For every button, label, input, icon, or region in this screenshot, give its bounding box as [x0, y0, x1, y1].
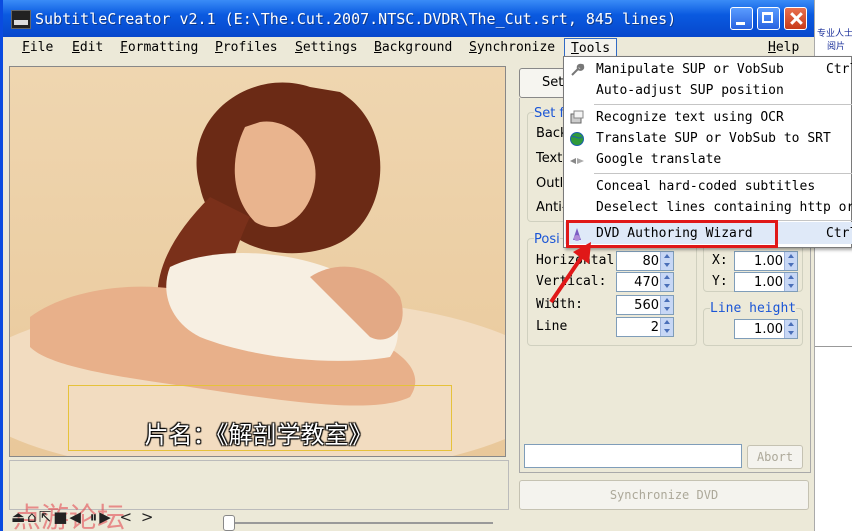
stepper-arrows-icon[interactable] — [784, 252, 797, 270]
line-value: 2 — [650, 320, 659, 335]
line-label: Line — [536, 319, 568, 334]
menu-settings[interactable]: Settings — [295, 40, 358, 55]
menu-profiles[interactable]: Profiles — [215, 40, 278, 55]
window-title: SubtitleCreator v2.1 (E:\The.Cut.2007.NT… — [35, 10, 677, 28]
menu-separator — [594, 104, 852, 105]
background-window-text: 阅片 — [827, 42, 846, 52]
width-stepper[interactable]: 560 — [616, 295, 674, 315]
title-bar[interactable]: SubtitleCreator v2.1 (E:\The.Cut.2007.NT… — [3, 0, 814, 37]
video-preview[interactable]: 片名：《解剖学教室》 — [9, 66, 506, 457]
line-height-value: 1.00 — [754, 322, 783, 337]
background-divider — [815, 346, 852, 347]
subtitle-text: 片名：《解剖学教室》 — [144, 421, 373, 449]
wrench-icon — [571, 63, 585, 76]
menu-edit[interactable]: Edit — [72, 40, 103, 55]
ocr-icon — [570, 110, 584, 124]
stepper-arrows-icon[interactable] — [660, 318, 673, 336]
scale-y-value: 1.00 — [754, 275, 783, 290]
vertical-value: 470 — [634, 275, 659, 290]
shortcut-manipulate-sup: Ctrl — [826, 62, 852, 77]
menu-background[interactable]: Background — [374, 40, 452, 55]
minimize-button[interactable] — [730, 7, 753, 30]
width-value: 560 — [634, 298, 659, 313]
globe-icon — [570, 132, 584, 146]
menu-item-auto-adjust[interactable]: Auto-adjust SUP position — [596, 83, 784, 98]
scale-x-value: 1.00 — [754, 254, 783, 269]
scale-y-label: Y: — [712, 274, 728, 289]
stepper-arrows-icon[interactable] — [660, 252, 673, 270]
menu-item-conceal-hardcoded[interactable]: Conceal hard-coded subtitles — [596, 179, 815, 194]
menu-item-ocr[interactable]: Recognize text using OCR — [596, 110, 784, 125]
line-stepper[interactable]: 2 — [616, 317, 674, 337]
maximize-button[interactable] — [757, 7, 780, 30]
shortcut-dvd-authoring-wizard: Ctrl — [826, 226, 852, 241]
line-height-stepper[interactable]: 1.00 — [734, 319, 798, 339]
stepper-arrows-icon[interactable] — [660, 296, 673, 314]
red-arrow-icon — [549, 242, 591, 304]
menu-help[interactable]: Help — [768, 40, 799, 55]
menu-formatting[interactable]: Formatting — [120, 40, 198, 55]
playback-controls[interactable]: ⏏⌂⇱■◀ ⏸▶ < > — [11, 508, 155, 526]
background-window-text: 专业人士 — [817, 29, 852, 39]
seek-slider-thumb[interactable] — [223, 515, 235, 531]
stepper-arrows-icon[interactable] — [784, 273, 797, 291]
menu-file[interactable]: File — [22, 40, 53, 55]
menu-item-translate-sup[interactable]: Translate SUP or VobSub to SRT — [596, 131, 831, 146]
horizontal-stepper[interactable]: 80 — [616, 251, 674, 271]
scale-x-stepper[interactable]: 1.00 — [734, 251, 798, 271]
app-icon — [11, 10, 31, 29]
seek-slider-track[interactable] — [225, 522, 493, 524]
vertical-stepper[interactable]: 470 — [616, 272, 674, 292]
stepper-arrows-icon[interactable] — [660, 273, 673, 291]
stepper-arrows-icon[interactable] — [784, 320, 797, 338]
status-field[interactable] — [524, 444, 742, 468]
scale-x-label: X: — [712, 253, 728, 268]
menu-item-manipulate-sup[interactable]: Manipulate SUP or VobSub — [596, 62, 784, 77]
line-height-title: Line height — [710, 301, 797, 316]
abort-button[interactable]: Abort — [747, 445, 803, 469]
menu-item-deselect-http[interactable]: Deselect lines containing http or — [596, 200, 852, 215]
menu-synchronize[interactable]: Synchronize — [469, 40, 555, 55]
horizontal-value: 80 — [642, 254, 659, 269]
menu-separator — [594, 173, 852, 174]
menu-item-google-translate[interactable]: Google translate — [596, 152, 721, 167]
text-color-label: Text — [536, 151, 563, 166]
tab-set-label: Set — [542, 75, 564, 90]
synchronize-dvd-button[interactable]: Synchronize DVD — [519, 480, 809, 510]
scale-y-stepper[interactable]: 1.00 — [734, 272, 798, 292]
close-button[interactable] — [784, 7, 807, 30]
google-translate-icon — [570, 158, 584, 164]
